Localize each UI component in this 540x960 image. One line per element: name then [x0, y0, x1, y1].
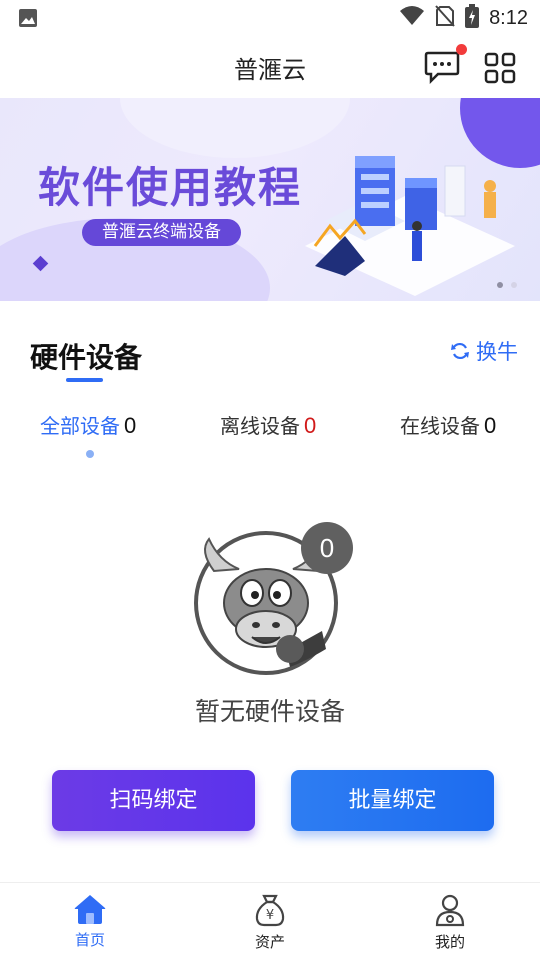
nav-label: 我的	[434, 933, 465, 951]
nav-label: 资产	[254, 933, 285, 951]
device-count-badge: 0	[301, 522, 353, 574]
user-icon	[435, 894, 465, 927]
no-sim-icon	[435, 5, 455, 31]
tab-offline-devices[interactable]: 离线设备 0	[220, 410, 316, 439]
nav-assets[interactable]: ¥ 资产	[210, 893, 330, 952]
battery-charging-icon	[465, 4, 480, 32]
tab-all-devices[interactable]: 全部设备 0	[40, 410, 136, 439]
tab-label: 在线设备	[400, 414, 480, 438]
nav-home[interactable]: 首页	[30, 893, 150, 950]
tab-count: 0	[484, 413, 497, 438]
nav-mine[interactable]: 我的	[390, 893, 510, 952]
tab-online-devices[interactable]: 在线设备 0	[400, 410, 496, 439]
chat-bubble-icon	[424, 51, 460, 85]
unread-dot	[456, 44, 467, 55]
tab-count: 0	[304, 413, 317, 438]
clock: 8:12	[489, 6, 528, 29]
tab-label: 全部设备	[40, 414, 120, 438]
bottom-nav: 首页 ¥ 资产 我的	[0, 882, 540, 960]
tab-label: 离线设备	[220, 414, 300, 438]
swap-button[interactable]: 换牛	[450, 336, 518, 366]
wifi-icon	[399, 5, 425, 31]
home-icon	[74, 895, 106, 924]
refresh-icon	[451, 342, 469, 360]
gallery-notification-icon	[18, 8, 38, 32]
nav-label: 首页	[74, 931, 105, 949]
grid-icon	[484, 52, 516, 84]
promo-banner[interactable]: 软件使用教程 普滙云终端设备	[0, 98, 540, 301]
swap-label: 换牛	[476, 340, 518, 364]
messages-button[interactable]	[424, 50, 460, 86]
active-tab-indicator	[86, 450, 94, 458]
banner-title: 软件使用教程	[38, 163, 303, 212]
status-bar: 8:12	[0, 0, 540, 36]
money-bag-icon: ¥	[255, 894, 285, 927]
svg-text:¥: ¥	[266, 908, 274, 923]
scan-bind-button[interactable]: 扫码绑定	[52, 770, 255, 831]
app-screen: 8:12 普滙云 软件使用教程 普滙云终端设备 硬件设备 换牛 全部设备 0 离…	[0, 0, 540, 960]
apps-menu-button[interactable]	[484, 52, 516, 84]
banner-subtitle: 普滙云终端设备	[82, 219, 241, 246]
empty-state-text: 暂无硬件设备	[194, 697, 345, 726]
carousel-indicator	[497, 282, 517, 288]
section-underline	[66, 378, 103, 382]
tab-count: 0	[124, 413, 137, 438]
section-title: 硬件设备	[30, 341, 143, 374]
server-illustration	[305, 156, 515, 296]
batch-bind-button[interactable]: 批量绑定	[291, 770, 494, 831]
app-header: 普滙云	[0, 36, 540, 98]
